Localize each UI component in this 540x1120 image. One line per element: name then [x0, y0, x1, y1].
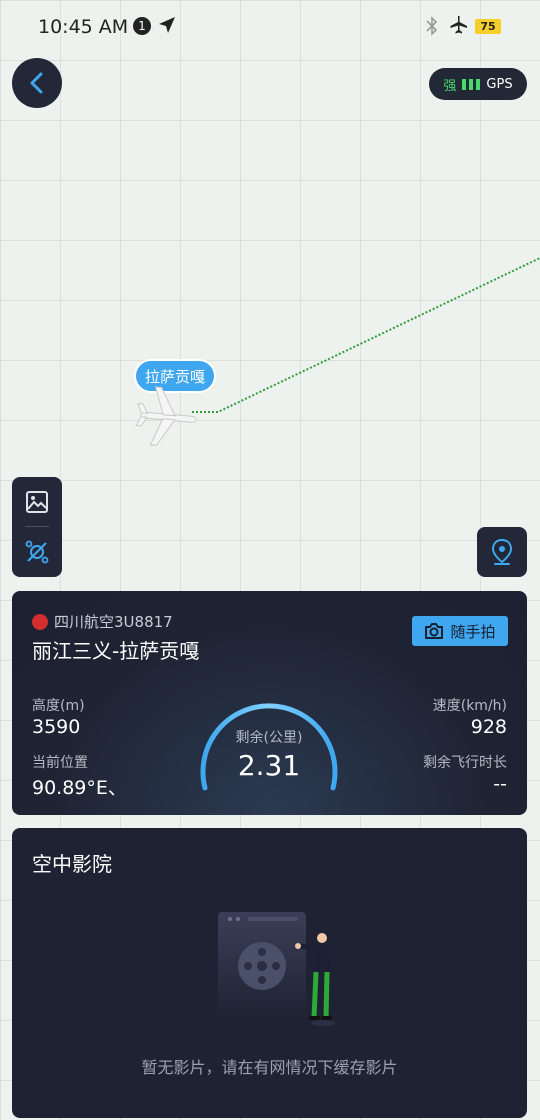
- notification-badge: 1: [133, 17, 151, 35]
- signal-bars-icon: [462, 78, 481, 90]
- airplane-icon: [133, 384, 199, 454]
- cinema-title: 空中影院: [32, 852, 112, 876]
- status-bar: 10:45 AM 1 75: [0, 0, 540, 54]
- cinema-empty-message: 暂无影片，请在有网情况下缓存影片: [141, 1058, 398, 1077]
- gps-signal-indicator: 强 GPS: [429, 68, 527, 100]
- speed-value: 928: [470, 716, 507, 738]
- satellite-button[interactable]: [12, 527, 62, 576]
- image-icon: [26, 490, 48, 513]
- gps-label: GPS: [486, 76, 513, 92]
- image-layer-button[interactable]: [12, 477, 62, 526]
- flight-info-card: 四川航空3U8817 丽江三义-拉萨贡嘎 随手拍 高度(m) 3590 速度(k…: [12, 591, 527, 815]
- status-time: 10:45 AM: [38, 16, 129, 38]
- position-label: 当前位置: [32, 755, 88, 771]
- remaining-time-label: 剩余飞行时长: [423, 755, 507, 771]
- camera-icon: [425, 623, 444, 639]
- remaining-distance-value: 2.31: [237, 749, 301, 782]
- remaining-time-value: --: [493, 773, 507, 795]
- photo-button[interactable]: 随手拍: [412, 616, 508, 646]
- airline-row: 四川航空3U8817: [32, 611, 173, 632]
- altitude-value: 3590: [32, 716, 81, 738]
- map-tool-panel: [12, 477, 62, 577]
- navigation-arrow-icon: [158, 16, 176, 39]
- position-value: 90.89°E、2: [32, 777, 128, 799]
- airline-flight-number: 四川航空3U8817: [54, 613, 173, 631]
- photo-button-label: 随手拍: [450, 622, 496, 641]
- bluetooth-icon: [426, 16, 438, 41]
- gps-strength-label: 强: [443, 78, 457, 94]
- in-flight-cinema-card: 空中影院 暂无影片，请在有网情况下缓存影片: [12, 828, 527, 1118]
- remaining-distance-label: 剩余(公里): [235, 730, 303, 746]
- back-arrow-icon: [30, 72, 43, 94]
- location-button[interactable]: [477, 527, 527, 577]
- back-button[interactable]: [12, 58, 62, 108]
- location-pin-icon: [491, 538, 513, 565]
- satellite-icon: [25, 540, 49, 563]
- airline-logo-icon: [32, 613, 48, 630]
- altitude-label: 高度(m): [32, 698, 85, 714]
- speed-label: 速度(km/h): [432, 698, 507, 714]
- airplane-mode-icon: [447, 14, 469, 41]
- empty-cinema-illustration: [218, 912, 335, 1026]
- battery-indicator: 75: [475, 19, 501, 34]
- route-title: 丽江三义-拉萨贡嘎: [32, 639, 200, 663]
